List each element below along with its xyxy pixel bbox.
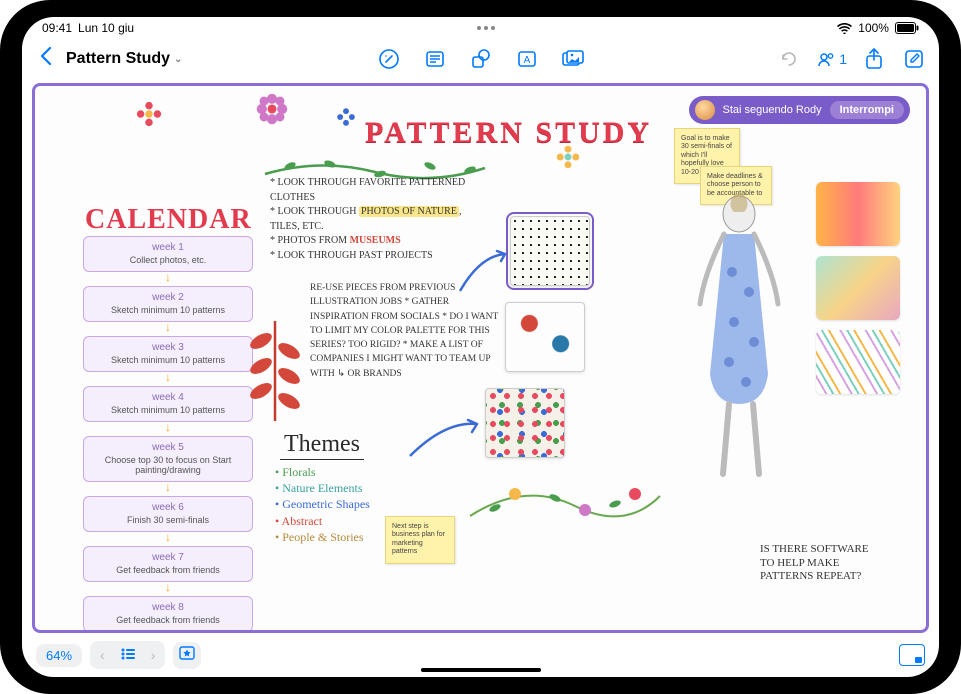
calendar-heading: CALENDAR xyxy=(85,204,252,236)
board-canvas[interactable]: Stai seguendo Rody Interrompi PATTERN ST… xyxy=(32,83,929,633)
week-box[interactable]: week 6Finish 30 semi-finals xyxy=(83,496,253,532)
status-bar: 09:41 Lun 10 giu 100% xyxy=(22,17,939,39)
undo-button[interactable] xyxy=(776,46,802,72)
flower-icon xyxy=(135,100,163,128)
week-box[interactable]: week 2Sketch minimum 10 patterns xyxy=(83,286,253,322)
avatar xyxy=(695,100,715,120)
scene-navigator: ‹ › xyxy=(90,641,165,669)
week-box[interactable]: week 4Sketch minimum 10 patterns xyxy=(83,386,253,422)
flower-vine-icon xyxy=(465,476,665,536)
multitask-dots-icon[interactable] xyxy=(477,26,495,30)
text-tool-button[interactable]: A xyxy=(514,46,540,72)
pen-tool-button[interactable] xyxy=(376,46,402,72)
arrow-icon xyxy=(455,246,515,296)
list-item: People & Stories xyxy=(275,529,370,545)
pattern-tile[interactable] xyxy=(505,302,585,372)
svg-text:A: A xyxy=(523,55,530,66)
collaborator-count: 1 xyxy=(839,51,847,67)
sticky-note[interactable]: Next step is business plan for marketing… xyxy=(385,516,455,564)
pattern-tile-selected[interactable] xyxy=(510,216,590,286)
status-time: 09:41 xyxy=(42,21,72,35)
week-box[interactable]: week 8Get feedback from friends xyxy=(83,596,253,632)
color-swatch[interactable] xyxy=(816,182,900,246)
board-title-dropdown[interactable]: Pattern Study ⌄ xyxy=(66,50,182,68)
home-indicator[interactable] xyxy=(421,668,541,672)
pattern-tile[interactable] xyxy=(485,388,565,458)
leaf-branch-icon xyxy=(245,316,305,426)
board-heading: PATTERN STUDY xyxy=(365,116,652,150)
board-title-text: Pattern Study xyxy=(66,50,170,68)
dress-illustration[interactable] xyxy=(684,192,794,492)
battery-icon xyxy=(895,22,919,34)
zoom-level-button[interactable]: 64% xyxy=(36,644,82,667)
battery-percent: 100% xyxy=(858,21,889,35)
calendar-column: week 1Collect photos, etc. week 2Sketch … xyxy=(83,236,253,633)
color-swatch[interactable] xyxy=(816,330,900,394)
sticky-note-tool-button[interactable] xyxy=(422,46,448,72)
status-date: Lun 10 giu xyxy=(78,21,134,35)
toolbar: Pattern Study ⌄ A 1 xyxy=(22,39,939,79)
share-button[interactable] xyxy=(861,46,887,72)
themes-heading: Themes xyxy=(280,431,364,460)
week-box[interactable]: week 3Sketch minimum 10 patterns xyxy=(83,336,253,372)
list-item: Abstract xyxy=(275,513,370,529)
week-box[interactable]: week 1Collect photos, etc. xyxy=(83,236,253,272)
prev-scene-button[interactable]: ‹ xyxy=(92,643,113,667)
arrow-icon xyxy=(405,416,485,466)
themes-list: Florals Nature Elements Geometric Shapes… xyxy=(275,464,370,545)
color-swatch[interactable] xyxy=(816,256,900,320)
shape-tool-button[interactable] xyxy=(468,46,494,72)
list-item: Geometric Shapes xyxy=(275,496,370,512)
week-box[interactable]: week 5Choose top 30 to focus on Start pa… xyxy=(83,436,253,482)
collaborators-button[interactable]: 1 xyxy=(816,49,847,69)
follow-text: Stai seguendo Rody xyxy=(723,104,822,116)
back-button[interactable] xyxy=(34,45,58,73)
handwritten-question: IS THERE SOFTWARE TO HELP MAKE PATTERNS … xyxy=(760,543,880,584)
week-box[interactable]: week 7Get feedback from friends xyxy=(83,546,253,582)
next-scene-button[interactable]: › xyxy=(143,643,164,667)
flower-icon xyxy=(255,92,289,126)
handwritten-notes: LOOK THROUGH FAVORITE PATTERNED CLOTHES … xyxy=(270,176,480,263)
minimap-button[interactable] xyxy=(899,644,925,666)
follow-indicator: Stai seguendo Rody Interrompi xyxy=(689,96,910,124)
list-item: Florals xyxy=(275,464,370,480)
stop-following-button[interactable]: Interrompi xyxy=(830,101,904,119)
scenes-list-button[interactable] xyxy=(113,643,143,667)
chevron-down-icon: ⌄ xyxy=(174,54,182,65)
new-board-button[interactable] xyxy=(901,46,927,72)
flower-icon xyxy=(335,106,357,128)
list-item: Nature Elements xyxy=(275,480,370,496)
favorite-scene-button[interactable] xyxy=(173,642,201,669)
wifi-icon xyxy=(837,23,852,34)
media-tool-button[interactable] xyxy=(560,46,586,72)
